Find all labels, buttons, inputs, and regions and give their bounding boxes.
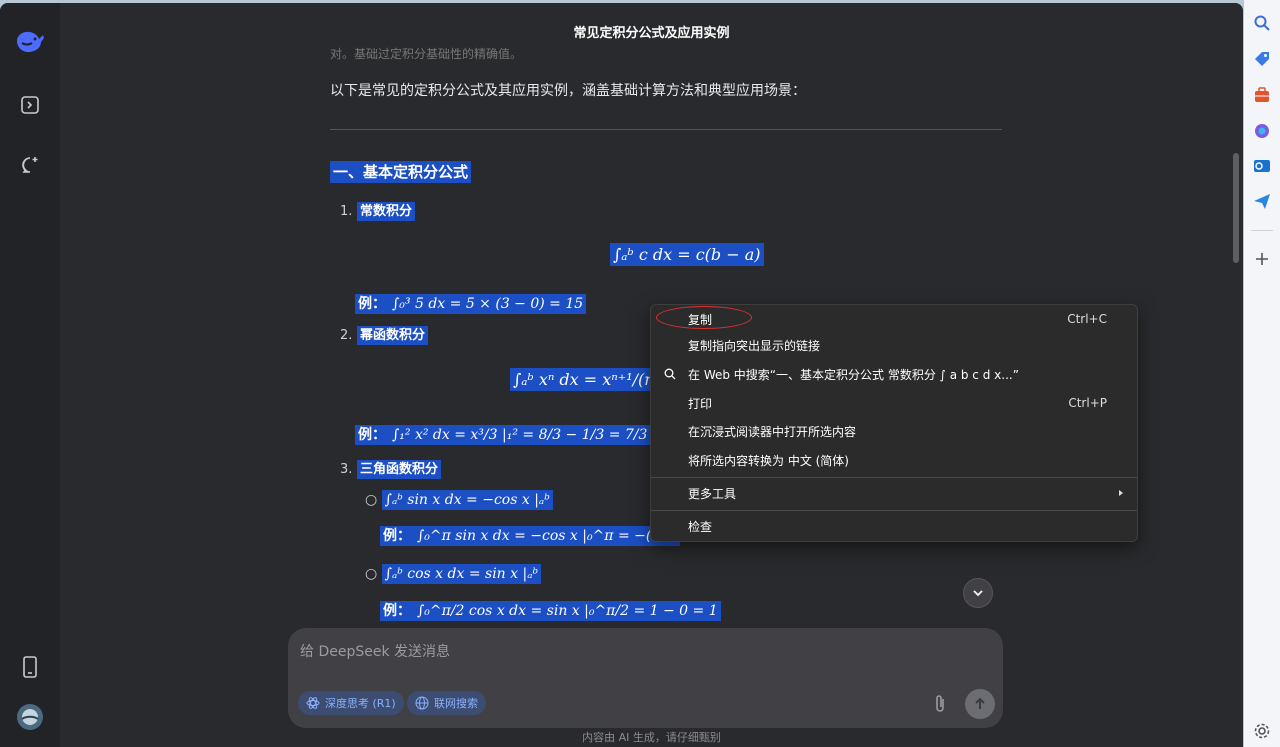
sidebar-divider [1251,230,1273,231]
list-item: 1. 常数积分 [340,200,415,221]
deep-think-button[interactable]: 深度思考 (R1) [298,691,404,715]
message-composer: 给 DeepSeek 发送消息 深度思考 (R1) 联网搜索 [288,628,1003,728]
send-button[interactable] [965,689,995,719]
sub-list-item: ○ ∫ₐᵇ sin x dx = −cos x |ₐᵇ [365,490,553,510]
section-heading: 一、基本定积分公式 [330,161,472,183]
divider [330,129,1002,130]
web-search-button[interactable]: 联网搜索 [407,691,486,715]
gear-icon[interactable] [1253,722,1271,740]
mobile-app-icon[interactable] [14,651,46,683]
menu-item-print[interactable]: 打印 Ctrl+P [651,389,1137,417]
menu-item-immersive-reader[interactable]: 在沉浸式阅读器中打开所选内容 [651,417,1137,445]
deep-think-label: 深度思考 (R1) [325,697,396,710]
annotation-ellipse [656,306,752,329]
message-input[interactable]: 给 DeepSeek 发送消息 [300,641,450,661]
scrollbar[interactable] [1233,153,1239,263]
deepseek-logo-icon[interactable] [14,25,46,57]
menu-item-translate[interactable]: 将所选内容转换为 中文 (简体) [651,446,1137,474]
new-chat-icon[interactable] [14,149,46,181]
intro-paragraph: 以下是常见的定积分公式及其应用实例，涵盖基础计算方法和典型应用场景： [330,83,806,99]
example-line: 例： ∫₀^π/2 cos x dx = sin x |₀^π/2 = 1 − 0… [380,600,721,621]
search-icon[interactable] [1253,14,1271,32]
user-avatar[interactable] [14,701,46,733]
menu-item-more-tools[interactable]: 更多工具 [651,479,1137,507]
globe-icon [415,696,429,710]
formula-block: ∫ₐᵇ c dx = c(b − a) [610,243,764,266]
send-icon[interactable] [1253,192,1271,210]
example-line: 例： ∫₀^π sin x dx = −cos x |₀^π = −(−1) [380,525,681,546]
attach-icon[interactable] [931,693,949,715]
search-icon [664,368,676,380]
menu-separator [651,510,1137,511]
ai-disclaimer: 内容由 AI 生成，请仔细甄别 [582,731,721,744]
copilot-icon[interactable] [1253,122,1271,140]
left-sidebar [0,3,60,747]
add-icon[interactable] [1253,250,1271,268]
faded-text: 对。基础过定积分基础性的精确值。 [330,47,523,61]
arrow-up-icon [975,697,985,709]
chevron-right-icon [1119,490,1123,496]
toolbox-icon[interactable] [1253,86,1271,104]
page-title: 常见定积分公式及应用实例 [573,26,730,41]
sidebar-toggle-icon[interactable] [14,89,46,121]
outlook-icon[interactable] [1253,157,1271,175]
atom-icon [306,697,320,709]
list-item: 2. 幂函数积分 [340,324,428,345]
browser-sidebar [1244,0,1280,747]
sub-list-item: ○ ∫ₐᵇ cos x dx = sin x |ₐᵇ [365,564,542,584]
menu-item-inspect[interactable]: 检查 [651,512,1137,540]
context-menu: 复制 Ctrl+C 复制指向突出显示的链接 在 Web 中搜索“一、基本定积分公式… [650,304,1138,542]
menu-separator [651,477,1137,478]
example-line: 例： ∫₁² x² dx = x³/3 |₁² = 8/3 − 1/3 = 7/3 [355,424,651,445]
tag-icon[interactable] [1253,50,1271,68]
web-search-label: 联网搜索 [434,697,478,710]
menu-item-web-search[interactable]: 在 Web 中搜索“一、基本定积分公式 常数积分 ∫ a b c d x...” [651,360,1137,388]
example-line: 例： ∫₀³ 5 dx = 5 × (3 − 0) = 15 [355,293,587,314]
list-item: 3. 三角函数积分 [340,458,441,479]
menu-item-copy-link[interactable]: 复制指向突出显示的链接 [651,331,1137,359]
